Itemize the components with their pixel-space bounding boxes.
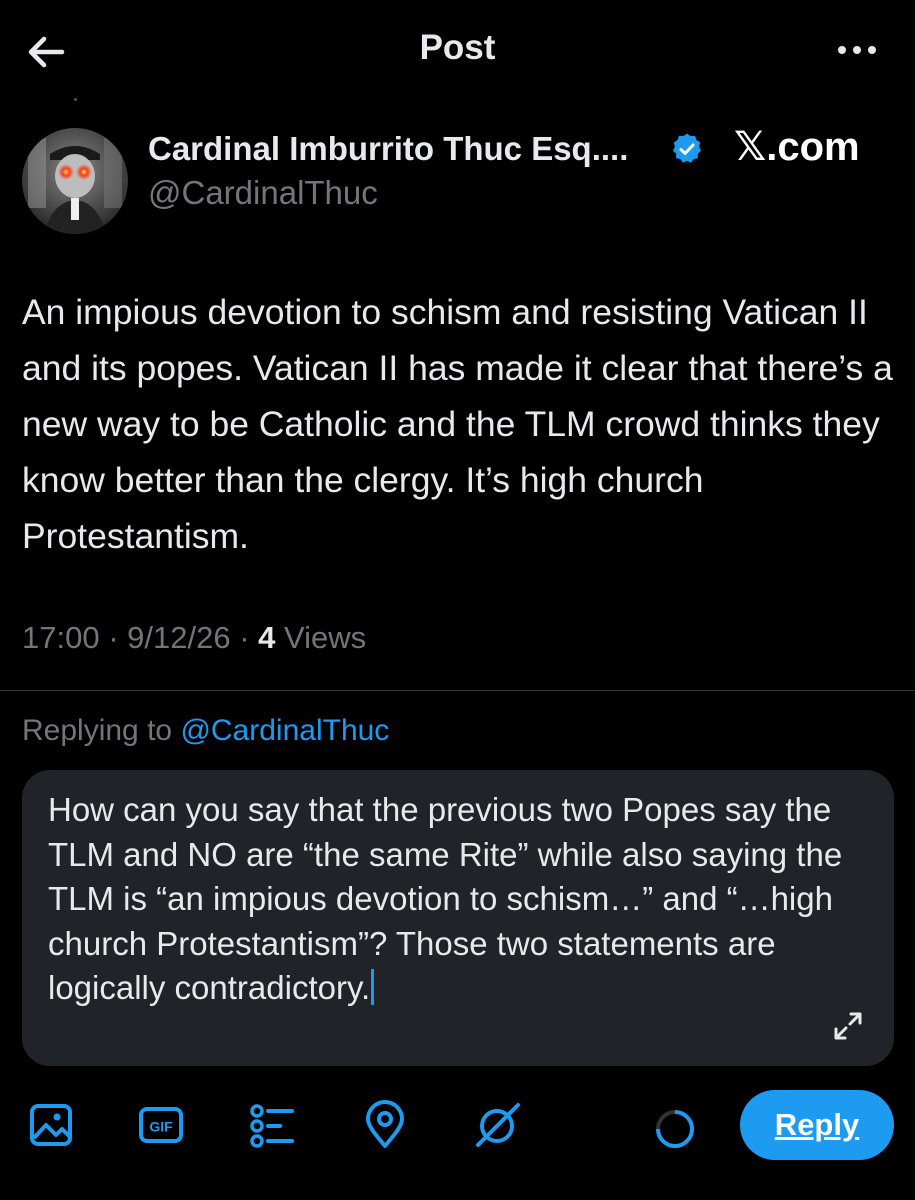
meta-separator: · bbox=[108, 620, 128, 655]
meta-separator: · bbox=[239, 620, 259, 655]
author-handle[interactable]: @CardinalThuc bbox=[148, 174, 378, 212]
avatar[interactable] bbox=[22, 128, 128, 234]
grok-icon[interactable] bbox=[472, 1100, 522, 1150]
divider-dot bbox=[74, 98, 77, 101]
character-count-ring-icon bbox=[656, 1110, 694, 1148]
gif-icon[interactable]: GIF bbox=[136, 1100, 186, 1150]
reply-button[interactable]: Reply bbox=[740, 1090, 894, 1160]
reply-draft-text: How can you say that the previous two Po… bbox=[48, 791, 843, 1007]
author-display-name[interactable]: Cardinal Imburrito Thuc Esq.... bbox=[148, 130, 628, 168]
views-label: Views bbox=[284, 620, 367, 655]
x-watermark: 𝕏.com bbox=[734, 125, 860, 169]
post-time[interactable]: 17:00 bbox=[22, 620, 100, 655]
svg-text:GIF: GIF bbox=[149, 1119, 173, 1135]
page-title: Post bbox=[419, 28, 496, 67]
reply-composer[interactable]: How can you say that the previous two Po… bbox=[22, 770, 894, 1066]
replying-prefix: Replying to bbox=[22, 714, 173, 747]
poll-icon[interactable] bbox=[246, 1100, 296, 1150]
views-count[interactable]: 4 bbox=[258, 620, 275, 655]
more-horizontal-icon[interactable] bbox=[837, 38, 877, 62]
image-icon[interactable] bbox=[26, 1100, 76, 1150]
verified-badge-icon bbox=[673, 133, 701, 163]
expand-icon[interactable] bbox=[832, 1010, 864, 1042]
post-author: Cardinal Imburrito Thuc Esq.... @Cardina… bbox=[22, 112, 902, 234]
location-icon[interactable] bbox=[360, 1100, 410, 1150]
composer-toolbar: GIF Reply bbox=[0, 1088, 915, 1168]
divider bbox=[0, 690, 915, 691]
reply-input[interactable]: How can you say that the previous two Po… bbox=[48, 788, 848, 1011]
post-text: An impious devotion to schism and resist… bbox=[22, 292, 893, 556]
post-date[interactable]: 9/12/26 bbox=[127, 620, 230, 655]
replying-to: Replying to @CardinalThuc bbox=[22, 714, 389, 748]
text-caret bbox=[371, 969, 375, 1006]
top-bar: Post bbox=[0, 0, 915, 100]
replying-handle-link[interactable]: @CardinalThuc bbox=[180, 714, 389, 747]
post-meta: 17:00 · 9/12/26 · 4 Views bbox=[22, 620, 366, 656]
